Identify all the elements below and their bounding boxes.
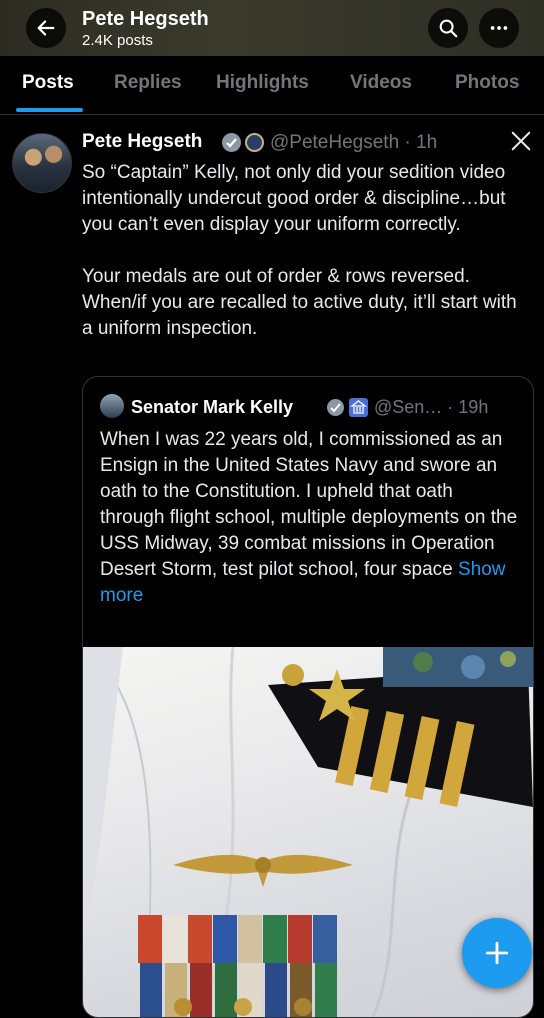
quoted-post[interactable]: Senator Mark Kelly @Sen… · 19h When I wa… [82,376,534,1018]
active-tab-indicator [16,108,83,112]
quote-author-name: Senator Mark Kelly [131,397,294,417]
capitol-icon [349,398,368,417]
post-text: So “Captain” Kelly, not only did your se… [82,162,517,339]
post-author-name[interactable]: Pete Hegseth [82,131,202,153]
plus-icon [485,941,509,965]
government-seal-icon [245,133,264,152]
search-button[interactable] [428,8,468,48]
x-logo-icon [510,130,532,152]
tab-posts[interactable]: Posts [22,72,74,94]
quote-verified-badge-icon [327,399,344,416]
search-icon [439,19,458,38]
tab-replies[interactable]: Replies [114,72,182,94]
tab-videos[interactable]: Videos [350,72,412,94]
profile-tabs: Posts Replies Highlights Videos Photos [0,56,544,115]
quote-avatar [100,394,124,418]
tab-photos[interactable]: Photos [455,72,519,94]
post-handle-time[interactable]: @PeteHegseth · 1h [270,132,437,154]
more-button[interactable] [479,8,519,48]
verified-badge-icon [222,133,241,152]
quote-text: When I was 22 years old, I commissioned … [100,427,520,609]
post-count: 2.4K posts [82,32,153,49]
profile-title: Pete Hegseth [82,8,209,30]
quote-handle-time: @Sen… · 19h [374,397,489,417]
back-button[interactable] [26,8,66,48]
arrow-left-icon [37,20,55,36]
quote-text-body: When I was 22 years old, I commissioned … [100,429,518,580]
avatar[interactable] [12,133,72,193]
tab-highlights[interactable]: Highlights [216,72,309,94]
compose-button[interactable] [462,918,532,988]
profile-header: Pete Hegseth 2.4K posts [0,0,544,56]
ellipsis-icon [490,26,508,30]
